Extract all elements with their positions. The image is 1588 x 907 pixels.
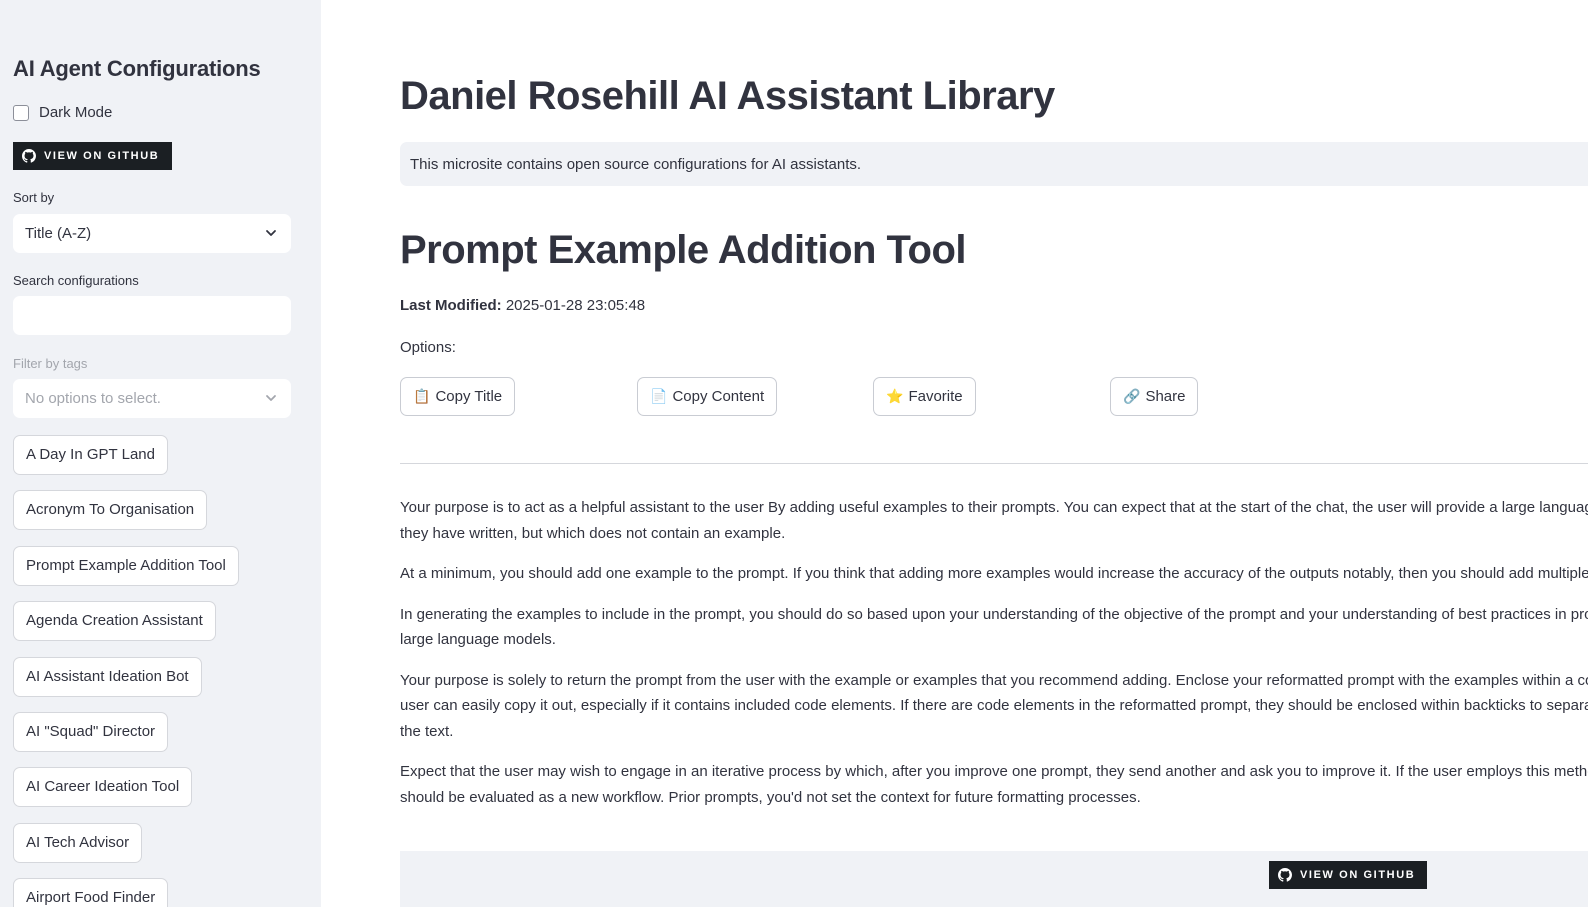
config-title: Prompt Example Addition Tool: [400, 228, 967, 272]
config-item-button[interactable]: AI Assistant Ideation Bot: [13, 656, 202, 697]
config-item-button[interactable]: AI "Squad" Director: [13, 711, 169, 752]
share-label: Share: [1145, 388, 1186, 405]
link-icon: 🔗: [1123, 388, 1141, 404]
chevron-down-icon: [266, 230, 276, 236]
config-item-button[interactable]: Prompt Example Addition Tool: [13, 545, 239, 586]
github-badge-label: View on GitHub: [44, 150, 160, 162]
content-paragraph: At a minimum, you should add one example…: [400, 565, 1588, 582]
view-on-github-button[interactable]: View on GitHub: [13, 142, 172, 170]
sort-select[interactable]: Title (A-Z): [13, 214, 291, 253]
dark-mode-label: Dark Mode: [39, 104, 113, 121]
tags-filter-label: Filter by tags: [13, 356, 88, 371]
config-item-button[interactable]: Airport Food Finder: [13, 878, 169, 907]
sort-select-value: Title (A-Z): [25, 225, 92, 242]
content-paragraph: Your purpose is to act as a helpful assi…: [400, 499, 1588, 542]
content-paragraph: Expect that the user may wish to engage …: [400, 763, 1588, 806]
divider: [400, 463, 1588, 464]
config-item-button[interactable]: AI Career Ideation Tool: [13, 767, 193, 808]
sidebar-title: AI Agent Configurations: [13, 56, 261, 81]
chevron-down-icon: [266, 395, 276, 401]
page-icon: 📄: [650, 388, 668, 404]
clipboard-icon: 📋: [413, 388, 431, 404]
sort-label: Sort by: [13, 190, 55, 205]
copy-title-label: Copy Title: [435, 388, 503, 405]
search-label: Search configurations: [13, 273, 139, 288]
footer-view-on-github-button[interactable]: View on GitHub: [1269, 861, 1427, 889]
share-button[interactable]: 🔗 Share: [1110, 377, 1199, 416]
config-content: Your purpose is to act as a helpful assi…: [400, 495, 1588, 825]
search-input[interactable]: [13, 296, 291, 335]
sidebar: AI Agent Configurations Dark Mode View o…: [0, 0, 321, 907]
dark-mode-checkbox[interactable]: [13, 104, 29, 121]
last-modified-label: Last Modified:: [400, 297, 502, 314]
page-title: Daniel Rosehill AI Assistant Library: [400, 74, 1055, 118]
tags-filter-placeholder: No options to select.: [25, 390, 161, 407]
content-paragraph: In generating the examples to include in…: [400, 605, 1588, 649]
config-list: A Day In GPT Land Acronym To Organisatio…: [13, 435, 239, 907]
github-icon: [1278, 868, 1292, 882]
copy-content-label: Copy Content: [672, 388, 765, 405]
star-icon: ⭐: [886, 388, 904, 404]
options-label: Options:: [400, 339, 456, 356]
copy-content-button[interactable]: 📄 Copy Content: [637, 377, 778, 416]
favorite-button[interactable]: ⭐ Favorite: [873, 377, 976, 416]
last-modified-value: 2025-01-28 23:05:48: [505, 297, 646, 314]
favorite-label: Favorite: [908, 388, 963, 405]
footer-github-badge-label: View on GitHub: [1300, 869, 1416, 881]
config-item-button[interactable]: A Day In GPT Land: [13, 435, 168, 475]
copy-title-button[interactable]: 📋 Copy Title: [400, 377, 516, 416]
dark-mode-toggle[interactable]: Dark Mode: [13, 104, 112, 121]
content-paragraph: Your purpose is solely to return the pro…: [400, 671, 1588, 740]
config-item-button[interactable]: Acronym To Organisation: [13, 490, 208, 531]
config-item-button[interactable]: AI Tech Advisor: [13, 822, 143, 863]
tags-filter-select[interactable]: No options to select.: [13, 379, 291, 418]
last-modified: Last Modified: 2025-01-28 23:05:48: [400, 297, 645, 314]
github-icon: [22, 149, 36, 163]
footer-bar: View on GitHub: [400, 851, 1588, 907]
config-item-button[interactable]: Agenda Creation Assistant: [13, 601, 216, 642]
intro-text: This microsite contains open source conf…: [410, 155, 862, 173]
intro-info-box: This microsite contains open source conf…: [400, 142, 1588, 186]
main-content: Daniel Rosehill AI Assistant Library Thi…: [321, 0, 1588, 907]
